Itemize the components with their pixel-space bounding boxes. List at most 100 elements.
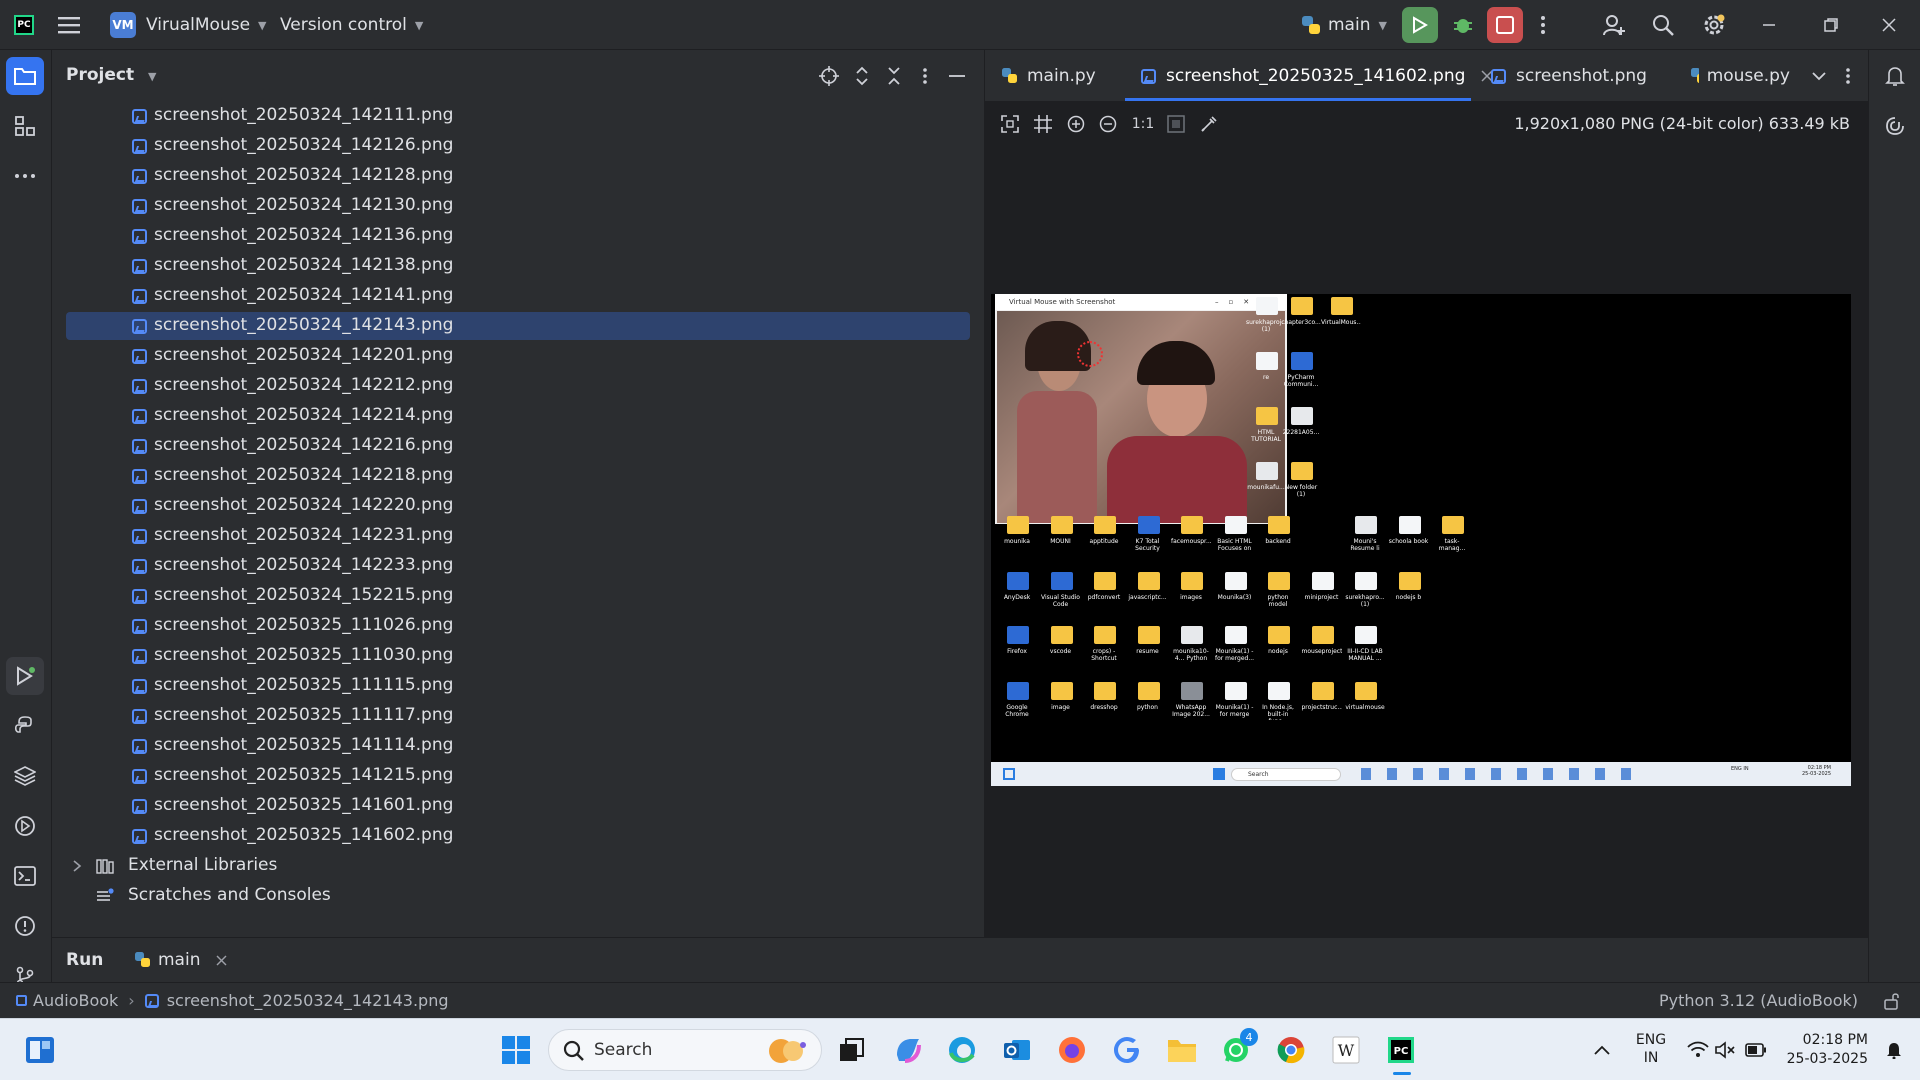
tab-mouse-py[interactable]: mouse.py <box>1690 50 1790 102</box>
edge-button[interactable] <box>946 1034 978 1066</box>
tree-file-item[interactable]: screenshot_20250324_142141.png <box>66 282 970 310</box>
word-button[interactable]: W <box>1330 1034 1362 1066</box>
close-window-button[interactable] <box>1882 0 1896 50</box>
input-language-button[interactable]: ENG IN <box>1632 1031 1670 1067</box>
ai-assistant-button[interactable] <box>1876 107 1914 145</box>
main-menu-button[interactable] <box>58 0 80 50</box>
search-everywhere-button[interactable] <box>1652 0 1674 50</box>
pycharm-icon: PC <box>1388 1037 1414 1063</box>
expand-all-button[interactable] <box>851 65 873 87</box>
tree-file-item[interactable]: screenshot_20250325_111030.png <box>66 642 970 670</box>
debug-button[interactable] <box>1452 0 1474 50</box>
more-actions-button[interactable] <box>1540 0 1546 50</box>
notification-center-button[interactable] <box>1878 1034 1910 1066</box>
breadcrumb-project[interactable]: AudioBook <box>33 991 118 1010</box>
version-control-menu[interactable]: Version control ▼ <box>280 0 423 50</box>
tabs-options-button[interactable] <box>1845 50 1851 102</box>
tab-main-py[interactable]: main.py <box>1001 50 1096 102</box>
tree-file-item[interactable]: screenshot_20250324_142130.png <box>66 192 970 220</box>
tree-file-item[interactable]: screenshot_20250324_142201.png <box>66 342 970 370</box>
tree-file-item[interactable]: screenshot_20250324_142220.png <box>66 492 970 520</box>
tab-screenshot-png[interactable]: screenshot.png <box>1491 50 1647 102</box>
stop-button[interactable] <box>1487 0 1523 50</box>
volume-button[interactable] <box>1710 1034 1742 1066</box>
interpreter-selector[interactable]: Python 3.12 (AudioBook) <box>1659 991 1858 1010</box>
bell-icon <box>1885 67 1905 86</box>
branch-switcher[interactable]: main ▼ <box>1300 0 1387 50</box>
tree-file-item[interactable]: screenshot_20250324_142233.png <box>66 552 970 580</box>
code-with-me-button[interactable] <box>1602 0 1626 50</box>
python-packages-button[interactable] <box>6 707 44 745</box>
settings-button[interactable] <box>1702 0 1726 50</box>
services-tool-button[interactable] <box>6 807 44 845</box>
zoom-out-button[interactable] <box>1098 114 1118 134</box>
tree-file-item[interactable]: screenshot_20250324_142218.png <box>66 462 970 490</box>
tree-file-item[interactable]: screenshot_20250325_141215.png <box>66 762 970 790</box>
firefox-button[interactable] <box>1056 1034 1088 1066</box>
tree-file-item[interactable]: screenshot_20250324_142138.png <box>66 252 970 280</box>
tree-file-item[interactable]: screenshot_20250324_142136.png <box>66 222 970 250</box>
problems-tool-button[interactable] <box>6 907 44 945</box>
locate-file-button[interactable] <box>818 65 840 87</box>
read-only-toggle[interactable] <box>1884 992 1900 1010</box>
tree-file-item[interactable]: screenshot_20250325_141602.png <box>66 822 970 850</box>
tree-file-item[interactable]: screenshot_20250325_141114.png <box>66 732 970 760</box>
layers-tool-button[interactable] <box>6 757 44 795</box>
actual-size-button[interactable]: 1:1 <box>1130 114 1156 134</box>
tree-file-item-selected[interactable]: screenshot_20250324_142143.png <box>66 312 970 340</box>
minimize-button[interactable] <box>1762 0 1776 50</box>
terminal-tool-button[interactable] <box>6 857 44 895</box>
run-button[interactable] <box>1402 0 1438 50</box>
tree-file-item[interactable]: screenshot_20250325_111117.png <box>66 702 970 730</box>
tree-external-libraries[interactable]: External Libraries <box>66 852 970 880</box>
outlook-button[interactable] <box>1001 1034 1033 1066</box>
panel-options-button[interactable] <box>914 65 936 87</box>
background-toggle-button[interactable] <box>1166 114 1186 134</box>
collapse-all-button[interactable] <box>883 65 905 87</box>
app-icon <box>1007 572 1029 590</box>
tree-file-item[interactable]: screenshot_20250324_142212.png <box>66 372 970 400</box>
clock[interactable]: 02:18 PM 25-03-2025 <box>1778 1031 1868 1069</box>
tree-file-item[interactable]: screenshot_20250325_141601.png <box>66 792 970 820</box>
more-tools-button[interactable] <box>6 157 44 195</box>
copilot-button[interactable] <box>892 1034 924 1066</box>
taskbar-search[interactable]: Search <box>548 1029 822 1071</box>
tabs-dropdown-button[interactable] <box>1812 50 1826 102</box>
pycharm-taskbar-button[interactable]: PC <box>1385 1034 1417 1075</box>
tree-file-item[interactable]: screenshot_20250324_152215.png <box>66 582 970 610</box>
task-view-button[interactable] <box>836 1034 868 1066</box>
whatsapp-button[interactable]: 4 <box>1220 1028 1258 1066</box>
project-switcher[interactable]: VM VirualMouse ▼ <box>110 0 267 50</box>
breadcrumb-file[interactable]: screenshot_20250324_142143.png <box>167 991 449 1010</box>
tree-file-item[interactable]: screenshot_20250324_142214.png <box>66 402 970 430</box>
file-explorer-button[interactable] <box>1166 1034 1198 1066</box>
battery-button[interactable] <box>1740 1034 1772 1066</box>
tree-scratches[interactable]: Scratches and Consoles <box>66 882 970 910</box>
structure-tool-button[interactable] <box>6 107 44 145</box>
chrome-button[interactable] <box>1275 1034 1307 1066</box>
run-config-tab[interactable]: main <box>134 946 227 974</box>
widgets-button[interactable] <box>24 1034 56 1066</box>
tree-file-item[interactable]: screenshot_20250324_142231.png <box>66 522 970 550</box>
show-hidden-icons-button[interactable] <box>1586 1034 1618 1066</box>
project-tool-button[interactable] <box>6 57 44 95</box>
google-button[interactable] <box>1111 1034 1143 1066</box>
tree-file-item[interactable]: screenshot_20250325_111026.png <box>66 612 970 640</box>
zoom-in-button[interactable] <box>1066 114 1086 134</box>
close-icon[interactable] <box>216 955 227 966</box>
tab-active-screenshot[interactable]: screenshot_20250325_141602.png <box>1141 50 1493 102</box>
notifications-button[interactable] <box>1876 57 1914 95</box>
hide-panel-button[interactable] <box>946 65 968 87</box>
tree-file-item[interactable]: screenshot_20250325_111115.png <box>66 672 970 700</box>
color-picker-button[interactable] <box>1199 114 1219 134</box>
fit-to-window-button[interactable] <box>1000 114 1020 134</box>
run-tool-button[interactable] <box>6 657 44 695</box>
restore-button[interactable] <box>1824 0 1838 50</box>
tree-file-item[interactable]: screenshot_20250324_142128.png <box>66 162 970 190</box>
start-button[interactable] <box>500 1034 532 1066</box>
tree-file-item[interactable]: screenshot_20250324_142126.png <box>66 132 970 160</box>
tree-file-item[interactable]: screenshot_20250324_142111.png <box>66 102 970 130</box>
grid-button[interactable] <box>1033 114 1053 134</box>
tree-file-item[interactable]: screenshot_20250324_142216.png <box>66 432 970 460</box>
project-view-selector[interactable]: Project ▼ <box>66 65 156 85</box>
